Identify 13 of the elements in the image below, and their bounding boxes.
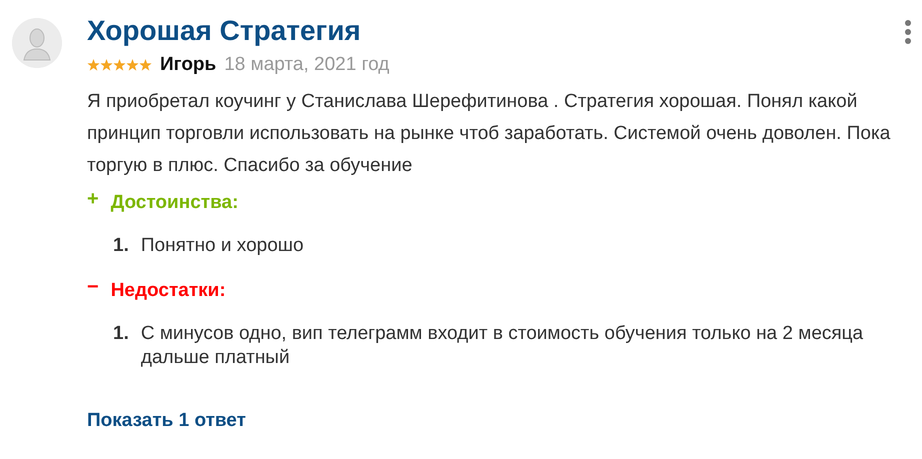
minus-sign: − [87,280,99,294]
section-heading: Достоинства: [110,192,238,214]
list-item-text: Понятно и хорошо [140,234,305,258]
list-number: 1. [113,322,129,346]
plus-sign: + [87,192,99,206]
author-name: Игорь [160,54,216,76]
review-date: 18 марта, 2021 год [224,54,390,76]
review-text: Я приобретал коучинг у Станислава Шерефитинова . Стратегия хорошая. Понял какой принцип торговли использовать на рынке чтоб заработать. Системой очень доволен. Пока торгую в плюс. Спасибо за обучение [87,90,892,178]
list-number: 1. [113,234,129,258]
review-title: Хорошая Стратегия [87,14,362,48]
show-replies-link[interactable]: Показать 1 ответ [87,410,246,432]
section-heading: Недостатки: [110,280,226,302]
list-item-text: С минусов одно, вип телеграмм входит в стоимость обучения только на 2 месяца дальше платный [140,322,864,370]
